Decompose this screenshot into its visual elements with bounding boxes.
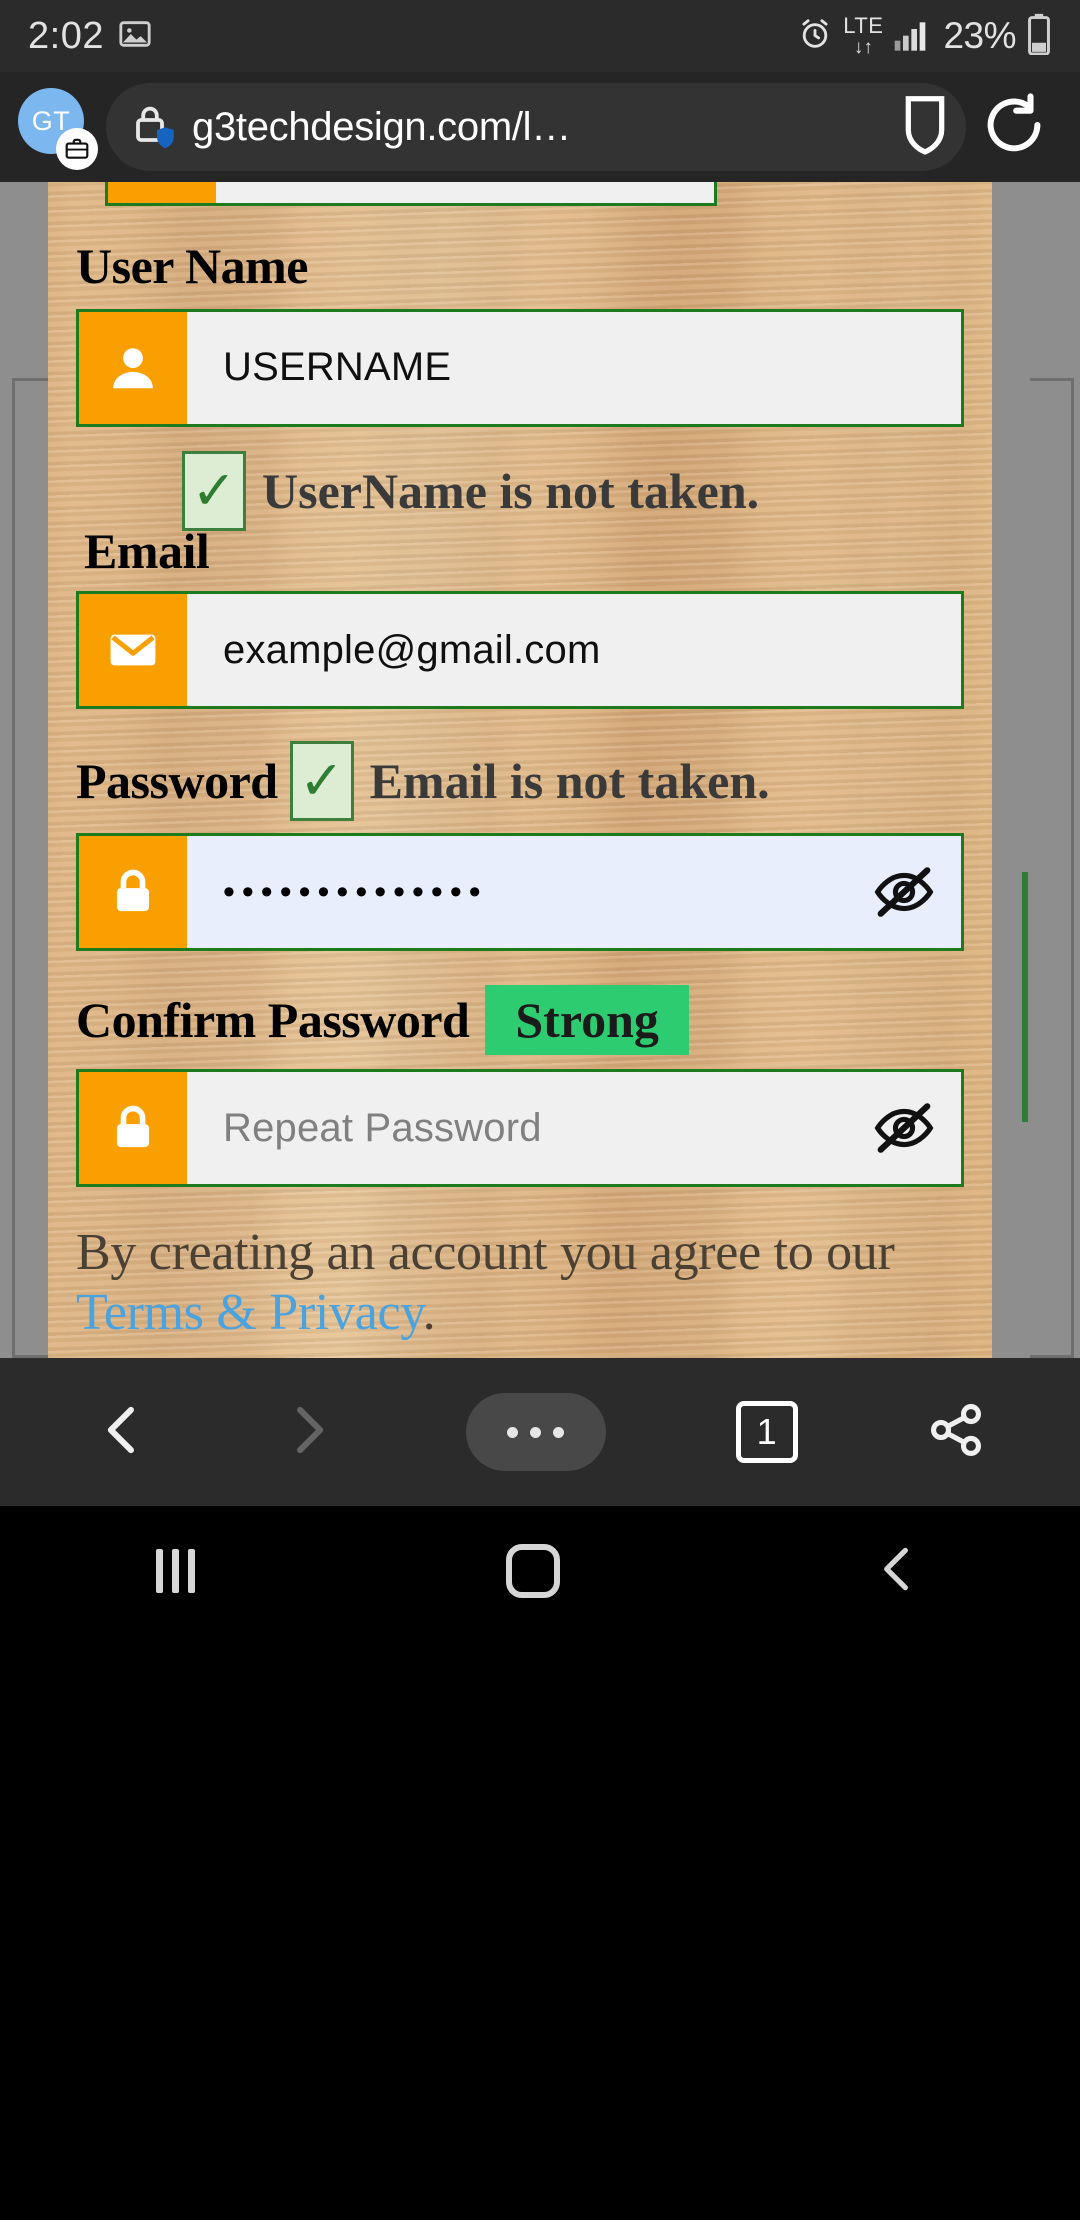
clipped-field-icon — [108, 182, 216, 203]
android-nav-row — [0, 1506, 1080, 1636]
user-icon — [79, 311, 187, 424]
profile-avatar[interactable]: GT — [18, 88, 98, 170]
terms-text-before: By creating an account you agree to our — [76, 1224, 895, 1281]
browser-bottom-toolbar: 1 — [0, 1358, 1080, 1506]
share-icon — [927, 1401, 985, 1464]
envelope-icon — [79, 594, 187, 706]
username-label: User Name — [76, 238, 309, 294]
briefcase-icon — [56, 128, 98, 170]
password-strength-badge: Strong — [485, 985, 689, 1055]
share-button[interactable] — [927, 1401, 985, 1464]
password-input-area[interactable]: •••••••••••••• — [187, 836, 961, 948]
tab-switcher-button[interactable]: 1 — [735, 1401, 798, 1463]
home-icon — [506, 1544, 561, 1598]
android-status-bar: 2:02 LTE ↓↑ 23% — [0, 0, 1080, 72]
more-horizontal-icon — [507, 1426, 519, 1438]
confirm-password-placeholder: Repeat Password — [223, 1105, 542, 1150]
phone-screen: 2:02 LTE ↓↑ 23% GT g3techdesign.com/l… U… — [0, 0, 1080, 2220]
status-clock: 2:02 — [28, 14, 104, 57]
username-value: USERNAME — [223, 345, 452, 389]
decorative-green-bar — [1022, 872, 1028, 1122]
signal-bars-icon — [893, 17, 933, 56]
confirm-password-input-area[interactable]: Repeat Password — [187, 1072, 961, 1184]
omnibox[interactable]: g3techdesign.com/l… — [106, 83, 966, 171]
lock-icon — [79, 1072, 187, 1184]
chevron-right-icon — [280, 1402, 336, 1463]
confirm-password-field[interactable]: Repeat Password — [76, 1069, 964, 1187]
android-back-button[interactable] — [872, 1543, 924, 1600]
lock-shield-icon — [130, 101, 174, 154]
decorative-frame-left — [12, 378, 48, 1358]
clipped-field-above[interactable] — [105, 182, 717, 206]
check-mark-icon: ✓ — [298, 751, 345, 811]
username-input-area[interactable]: USERNAME — [187, 311, 961, 424]
password-label-row: Password ✓ Email is not taken. — [76, 741, 964, 821]
username-validation-message: UserName is not taken. — [262, 462, 760, 519]
decorative-frame-right — [1030, 378, 1074, 1358]
password-label: Password — [76, 752, 278, 809]
more-horizontal-icon-dot3 — [553, 1426, 565, 1438]
password-value: •••••••••••••• — [223, 872, 488, 911]
signup-form: User Name USERNAME ✓ UserName is not tak… — [48, 182, 992, 1358]
more-horizontal-icon-dot2 — [530, 1426, 542, 1438]
status-bar-right: LTE ↓↑ 23% — [797, 13, 1052, 60]
check-mark-icon: ✓ — [191, 460, 237, 521]
data-arrows-label: ↓↑ — [853, 37, 873, 58]
alarm-icon — [797, 16, 833, 57]
tab-count-label: 1 — [735, 1401, 798, 1463]
confirm-password-label: Confirm Password — [76, 991, 470, 1048]
android-navigation-bar — [0, 1506, 1080, 2220]
email-check-box: ✓ — [289, 741, 354, 821]
username-check-box: ✓ — [182, 450, 246, 531]
recents-icon — [155, 1549, 195, 1593]
browser-menu-button[interactable] — [465, 1393, 606, 1471]
browser-url-bar: GT g3techdesign.com/l… — [0, 72, 1080, 182]
network-indicator: LTE ↓↑ — [843, 13, 884, 58]
battery-percent-label: 23% — [943, 15, 1016, 56]
lock-icon — [79, 836, 187, 948]
android-recents-button[interactable] — [155, 1549, 195, 1593]
terms-text: By creating an account you agree to our … — [76, 1223, 964, 1343]
android-home-button[interactable] — [506, 1544, 561, 1598]
web-page-viewport[interactable]: User Name USERNAME ✓ UserName is not tak… — [0, 182, 1080, 1358]
browser-back-button[interactable] — [95, 1402, 151, 1463]
email-label: Email — [84, 522, 210, 579]
confirm-password-visibility-toggle[interactable] — [873, 1097, 943, 1159]
image-icon — [118, 17, 152, 56]
username-field[interactable]: USERNAME — [76, 308, 964, 427]
password-field[interactable]: •••••••••••••• — [76, 833, 964, 951]
email-field[interactable]: example@gmail.com — [76, 591, 964, 709]
reload-icon — [981, 92, 1047, 163]
url-text: g3techdesign.com/l… — [192, 104, 571, 149]
username-validation: ✓ UserName is not taken. — [76, 450, 964, 531]
confirm-password-label-row: Confirm Password Strong — [76, 985, 964, 1055]
battery-icon — [1026, 13, 1052, 60]
browser-forward-button[interactable] — [280, 1402, 336, 1463]
status-bar-left: 2:02 — [28, 15, 152, 58]
chevron-left-icon — [95, 1402, 151, 1463]
network-type-label: LTE — [843, 13, 884, 38]
email-input-area[interactable]: example@gmail.com — [187, 594, 961, 706]
terms-privacy-link[interactable]: Terms & Privacy — [76, 1284, 423, 1341]
email-value: example@gmail.com — [223, 627, 601, 672]
brave-shield-icon[interactable] — [898, 94, 952, 161]
terms-text-after: . — [422, 1283, 436, 1341]
reload-button[interactable] — [966, 92, 1062, 163]
email-validation-message: Email is not taken. — [369, 753, 770, 809]
back-icon — [872, 1543, 924, 1600]
password-visibility-toggle[interactable] — [873, 861, 943, 923]
